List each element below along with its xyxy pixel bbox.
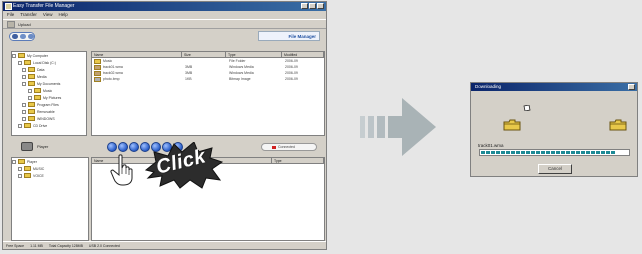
pointing-hand-icon [110,154,133,186]
pc-file-list: Name Size Type Modified Music File Folde… [91,51,325,136]
download-to-device-button[interactable] [129,142,139,152]
tree-item[interactable]: Media [12,73,86,80]
folder-icon [34,88,41,93]
menu-transfer[interactable]: Transfer [20,11,37,19]
column-header[interactable]: Type [226,52,282,57]
transfer-button[interactable] [118,142,128,152]
connection-status-text: Connected [278,145,295,149]
tree-item[interactable]: My Pictures [12,94,86,101]
main-window: Easy Transfer File Manager File Transfer… [2,1,327,250]
tree-item[interactable]: Data [12,66,86,73]
tree-item[interactable]: Music [12,87,86,94]
tree-item[interactable]: WINDOWS [12,115,86,122]
menu-bar: File Transfer View Help [3,11,326,19]
back-icon[interactable] [12,34,18,39]
status-capacity: Total Capacity 128MB [48,244,83,248]
folder-icon [28,116,35,121]
folder-icon [24,173,31,178]
tree-item[interactable]: MUSIC [12,165,88,172]
forward-icon[interactable] [20,34,26,39]
toolbar-label[interactable]: Upload [18,22,31,27]
folder-icon [28,109,35,114]
main-title-bar[interactable]: Easy Transfer File Manager [3,2,326,11]
connection-status: Connected [261,143,317,151]
download-file-label: track01.wma [478,143,504,148]
column-header[interactable]: Size [182,52,226,57]
status-free-space: Free Space [6,244,25,248]
upload-icon[interactable] [7,20,15,28]
folder-icon [34,95,41,100]
column-header[interactable]: Name [92,52,182,57]
dialog-title: Downloading [475,84,502,89]
destination-folder-icon [609,119,627,131]
folder-icon [24,60,31,65]
download-progress-bar [479,149,630,156]
folder-icon [94,58,101,64]
close-button[interactable] [317,3,324,9]
source-folder-icon [503,119,521,131]
column-header[interactable]: Type [272,158,324,163]
tree-item[interactable]: Program Files [12,101,86,108]
tutorial-canvas: Easy Transfer File Manager File Transfer… [0,0,642,254]
status-connection: USB 2.0 Connected [88,244,120,248]
navigation-bar: File Manager [3,29,326,43]
dialog-title-bar[interactable]: Downloading [471,83,637,91]
folder-icon [18,159,25,164]
file-icon [94,76,101,82]
menu-file[interactable]: File [7,11,14,19]
menu-help[interactable]: Help [59,11,68,19]
folder-icon [28,74,35,79]
status-indicator-icon [272,146,276,149]
status-bar: Free Space 1.11 MB Total Capacity 128MB … [3,241,326,249]
pc-folder-tree: My Computer Local Disk (C:) Data Media M… [11,51,87,136]
tree-item[interactable]: Removable [12,108,86,115]
tree-item[interactable]: My Documents [12,80,86,87]
tree-item[interactable]: Local Disk (C:) [12,59,86,66]
dialog-close-button[interactable] [628,84,635,90]
device-label: Player [37,144,49,149]
flying-file-icon [523,105,531,111]
folder-icon [28,102,35,107]
cancel-button[interactable]: Cancel [538,164,572,174]
nav-buttons[interactable] [9,32,35,41]
app-icon [5,3,12,10]
download-dialog: Downloading track01.wma Cancel [470,82,638,177]
file-icon [94,70,101,76]
menu-view[interactable]: View [43,11,53,19]
player-device-icon [21,142,33,151]
tree-item[interactable]: VOICE [12,172,88,179]
product-logo: File Manager [258,31,320,41]
list-item[interactable]: photo.bmp 1KB Bitmap Image 2006-09 [92,76,324,82]
column-header[interactable]: Modified [282,52,324,57]
tree-item[interactable]: Player [12,158,88,165]
folder-icon [28,81,35,86]
tree-item[interactable]: CD Drive [12,122,86,129]
maximize-button[interactable] [309,3,316,9]
up-icon[interactable] [28,34,34,39]
tree-item[interactable]: My Computer [12,52,86,59]
status-free-value: 1.11 MB [30,244,43,248]
main-window-title: Easy Transfer File Manager [13,3,75,9]
progress-fill [481,151,617,154]
toolbar: Upload [3,19,326,29]
folder-icon [24,123,31,128]
folder-icon [18,53,25,58]
transfer-button[interactable] [107,142,117,152]
folder-icon [28,67,35,72]
folder-icon [24,166,31,171]
file-icon [94,64,101,70]
device-folder-tree: Player MUSIC VOICE [11,157,89,241]
right-arrow-icon [360,98,436,156]
minimize-button[interactable] [301,3,308,9]
